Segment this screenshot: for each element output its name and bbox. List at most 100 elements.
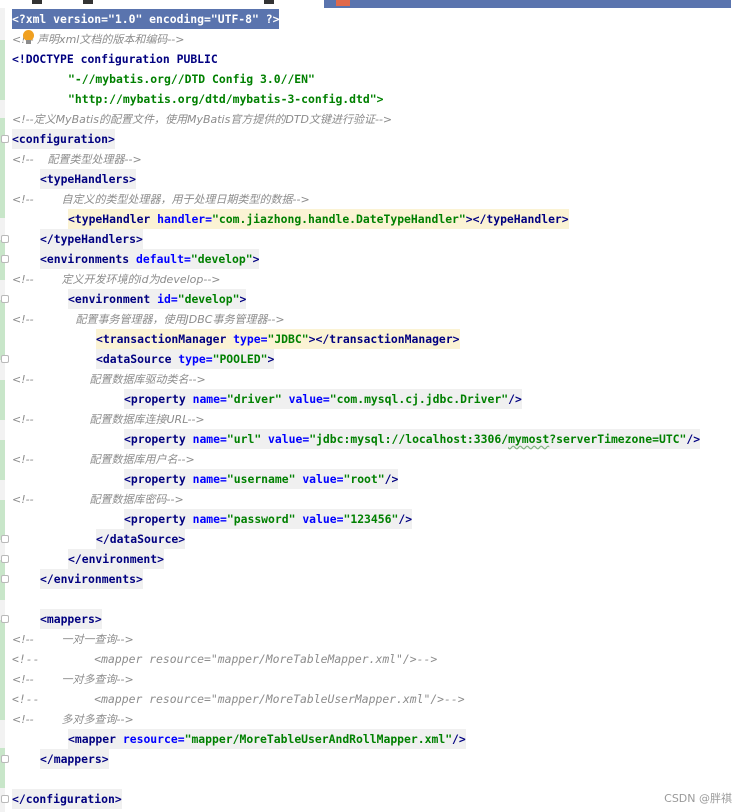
- change-marker: [0, 380, 5, 420]
- code-line-doctype-public-id[interactable]: "-//mybatis.org//DTD Config 3.0//EN": [68, 69, 315, 89]
- name-value: "password": [226, 512, 296, 526]
- type-value: "POOLED": [212, 352, 268, 366]
- comment-text: <!-- 一对一查询-->: [12, 633, 134, 646]
- code-line-comment[interactable]: <!-- 一对一查询-->: [12, 629, 134, 649]
- code-line-comment[interactable]: <!--定义MyBatis的配置文件，使用MyBatis官方提供的DTD文键进行…: [12, 109, 392, 129]
- value-attribute: value=: [261, 432, 310, 446]
- code-line-environments-open[interactable]: <environments default="develop">: [40, 249, 260, 269]
- fold-toggle-icon[interactable]: [1, 795, 9, 803]
- typehandlers-close-tag: </typeHandlers>: [40, 232, 143, 246]
- fold-toggle-icon[interactable]: [1, 295, 9, 303]
- watermark: CSDN @胖祺: [664, 792, 732, 805]
- fold-toggle-icon[interactable]: [1, 615, 9, 623]
- code-line-comment[interactable]: <!-- 配置数据库驱动类名-->: [12, 369, 206, 389]
- code-line-comment[interactable]: <!-- 自定义的类型处理器，用于处理日期类型的数据-->: [12, 189, 310, 209]
- name-attribute: name=: [185, 512, 227, 526]
- property-tag: <property: [124, 432, 186, 446]
- name-value: "url": [226, 432, 262, 446]
- code-line-comment[interactable]: <!-- <mapper resource="mapper/MoreTableM…: [12, 649, 437, 669]
- code-line-doctype[interactable]: <!DOCTYPE configuration PUBLIC: [12, 49, 218, 69]
- mappers-close-tag: </mappers>: [40, 752, 109, 766]
- change-marker: [0, 118, 5, 218]
- code-line-mapper[interactable]: <mapper resource="mapper/MoreTableUserAn…: [68, 729, 466, 749]
- code-line-property-password[interactable]: <property name="password" value="123456"…: [124, 509, 413, 529]
- comment-text: <!-- 定义开发环境的id为develop-->: [12, 273, 221, 286]
- value-value: "com.mysql.cj.jdbc.Driver": [329, 392, 509, 406]
- handler-attribute: handler=: [150, 212, 213, 226]
- url-value-prefix: "jdbc:mysql://localhost:3306/: [309, 432, 509, 446]
- code-line-configuration-open[interactable]: <configuration>: [12, 129, 115, 149]
- doctype-rest: configuration PUBLIC: [73, 52, 218, 66]
- code-line-comment[interactable]: <!-- 配置数据库连接URL-->: [12, 409, 205, 429]
- mapper-tag: <mapper: [68, 732, 117, 746]
- change-marker: [0, 620, 5, 720]
- tab-glyph: [32, 0, 42, 4]
- code-line-environment-close[interactable]: </environment>: [68, 549, 165, 569]
- intention-bulb-icon[interactable]: [23, 30, 34, 44]
- fold-toggle-icon[interactable]: [1, 535, 9, 543]
- name-attribute: name=: [185, 432, 227, 446]
- doctype-keyword: <!DOCTYPE: [12, 52, 74, 66]
- value-attribute: value=: [281, 392, 330, 406]
- code-line-xml-declaration[interactable]: <?xml version="1.0" encoding="UTF-8" ?>: [12, 9, 280, 29]
- value-value: "root": [343, 472, 385, 486]
- code-line-datasource-open[interactable]: <dataSource type="POOLED">: [96, 349, 275, 369]
- fold-toggle-icon[interactable]: [1, 575, 9, 583]
- code-line-comment[interactable]: <!-- 多对多查询-->: [12, 709, 134, 729]
- code-line-typehandler[interactable]: <typeHandler handler="com.jiazhong.handl…: [68, 209, 569, 229]
- change-marker: [0, 500, 5, 540]
- code-line-comment[interactable]: <!-- 配置类型处理器-->: [12, 149, 142, 169]
- change-marker: [0, 748, 5, 788]
- environments-tag: <environments: [40, 252, 130, 266]
- code-line-property-username[interactable]: <property name="username" value="root"/>: [124, 469, 399, 489]
- code-line-mappers-open[interactable]: <mappers>: [40, 609, 102, 629]
- id-value: "develop": [177, 292, 240, 306]
- fold-toggle-icon[interactable]: [1, 755, 9, 763]
- code-line-comment[interactable]: <!-- 定义开发环境的id为develop-->: [12, 269, 221, 289]
- code-line-environment-open[interactable]: <environment id="develop">: [68, 289, 247, 309]
- environment-close-tag: </environment>: [68, 552, 165, 566]
- code-line-configuration-close[interactable]: </configuration>: [12, 789, 122, 809]
- property-tag: <property: [124, 472, 186, 486]
- tag-end: />: [686, 432, 701, 446]
- code-line-comment[interactable]: <!-- 声明xml文档的版本和编码-->: [12, 29, 185, 49]
- code-line-doctype-url[interactable]: "http://mybatis.org/dtd/mybatis-3-config…: [68, 89, 383, 109]
- change-marker: [0, 300, 5, 360]
- configuration-close-tag: </configuration>: [12, 792, 122, 806]
- property-tag: <property: [124, 392, 186, 406]
- code-line-comment[interactable]: <!-- <mapper resource="mapper/MoreTableU…: [12, 689, 465, 709]
- fold-toggle-icon[interactable]: [1, 255, 9, 263]
- url-value-suffix: ?serverTimezone=UTC": [549, 432, 687, 446]
- code-line-datasource-close[interactable]: </dataSource>: [96, 529, 186, 549]
- active-editor-tab[interactable]: [324, 0, 731, 8]
- tag-end: />: [508, 392, 522, 406]
- configuration-open-tag: <configuration>: [12, 132, 115, 146]
- code-line-typehandlers-close[interactable]: </typeHandlers>: [40, 229, 143, 249]
- fold-toggle-icon[interactable]: [1, 555, 9, 563]
- comment-text: <!-- 配置类型处理器-->: [12, 153, 142, 166]
- code-line-typehandlers-open[interactable]: <typeHandlers>: [40, 169, 137, 189]
- fold-toggle-icon[interactable]: [1, 235, 9, 243]
- code-line-property-url[interactable]: <property name="url" value="jdbc:mysql:/…: [124, 429, 701, 449]
- code-line-comment[interactable]: <!-- 一对多查询-->: [12, 669, 134, 689]
- comment-text: <!-- 配置数据库驱动类名-->: [12, 373, 206, 386]
- tab-glyph: [83, 0, 93, 4]
- tag-end: />: [452, 732, 466, 746]
- type-attribute: type=: [171, 352, 213, 366]
- fold-toggle-icon[interactable]: [1, 355, 9, 363]
- code-line-comment[interactable]: <!-- 配置数据库密码-->: [12, 489, 184, 509]
- url-value-database: mymost: [508, 432, 550, 446]
- name-attribute: name=: [185, 472, 227, 486]
- tag-end: >: [252, 252, 260, 266]
- code-line-mappers-close[interactable]: </mappers>: [40, 749, 109, 769]
- code-line-property-driver[interactable]: <property name="driver" value="com.mysql…: [124, 389, 522, 409]
- xml-declaration: <?xml version="1.0" encoding="UTF-8" ?>: [12, 12, 280, 26]
- code-line-environments-close[interactable]: </environments>: [40, 569, 143, 589]
- comment-text: <!-- 配置事务管理器，使用JDBC事务管理器-->: [12, 313, 285, 326]
- code-line-comment[interactable]: <!-- 配置事务管理器，使用JDBC事务管理器-->: [12, 309, 285, 329]
- fold-toggle-icon[interactable]: [1, 135, 9, 143]
- resource-attribute: resource=: [116, 732, 185, 746]
- code-line-comment[interactable]: <!-- 配置数据库用户名-->: [12, 449, 195, 469]
- typehandler-close-tag: ></typeHandler>: [465, 212, 569, 226]
- code-line-transaction-manager[interactable]: <transactionManager type="JDBC"></transa…: [96, 329, 460, 349]
